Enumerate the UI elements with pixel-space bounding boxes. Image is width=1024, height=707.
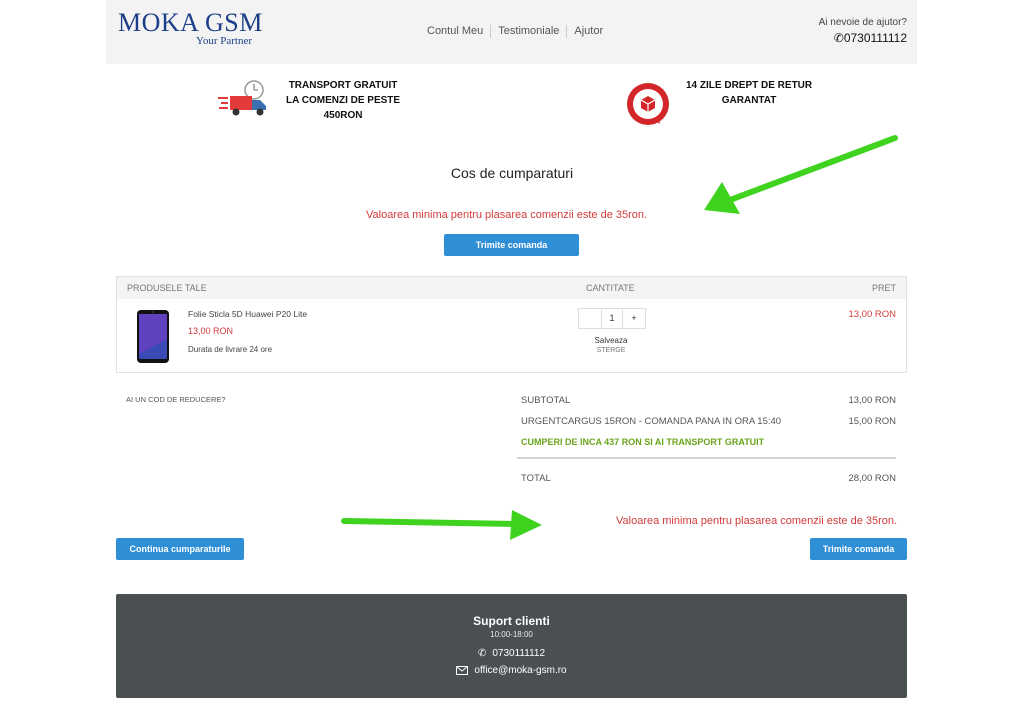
help-box: Ai nevoie de ajutor? ✆0730111112 (819, 17, 907, 45)
min-order-warning-top: Valoarea minima pentru plasarea comenzii… (366, 209, 648, 221)
nav-testimoniale[interactable]: Testimoniale (491, 25, 568, 38)
free-shipping-text: CUMPERI DE INCA 437 RON SI AI TRANSPORT … (521, 437, 765, 447)
continue-shopping-button[interactable]: Continua cumparaturile (116, 538, 244, 560)
shipping-label: URGENTCARGUS 15RON - COMANDA PANA IN ORA… (521, 416, 782, 427)
free-shipping-benefit: TRANSPORT GRATUIT LA COMENZI DE PESTE 45… (216, 78, 400, 123)
logo-tagline: Your Partner (196, 35, 253, 47)
shipping-value: 15,00 RON (848, 416, 896, 427)
benefit-line: GARANTAT (721, 95, 777, 106)
support-title: Suport clienti (473, 614, 550, 628)
qty-decrement-button[interactable] (579, 309, 601, 328)
total-label: TOTAL (521, 473, 551, 484)
table-row: Folie Sticla 5D Huawei P20 Lite 13,00 RO… (117, 299, 906, 373)
logo-text: MOKA GSM (118, 8, 263, 37)
benefit-line: 14 ZILE DREPT DE RETUR (686, 80, 813, 91)
top-nav: Contul Meu Testimoniale Ajutor (420, 25, 610, 38)
col-products: PRODUSELE TALE (127, 283, 207, 293)
nav-contul-meu[interactable]: Contul Meu (420, 25, 492, 38)
benefit-line: LA COMENZI DE PESTE (286, 95, 401, 106)
submit-order-button-top[interactable]: Trimite comanda (444, 234, 579, 256)
benefit-line: 450RON (323, 110, 363, 121)
cart-table: PRODUSELE TALE CANTITATE PRET Folie Stic… (116, 276, 907, 373)
table-header: PRODUSELE TALE CANTITATE PRET (117, 277, 906, 299)
free-shipping-text: TRANSPORT GRATUIT LA COMENZI DE PESTE 45… (286, 78, 400, 123)
logo[interactable]: MOKA GSM Your Partner (118, 8, 263, 48)
benefit-line: TRANSPORT GRATUIT (288, 80, 398, 91)
phone-icon: ✆ (833, 31, 844, 45)
quantity-stepper: 1 + (578, 308, 646, 329)
submit-order-button-bottom[interactable]: Trimite comanda (810, 538, 907, 560)
row-total-price: 13,00 RON (848, 309, 896, 320)
total-line: TOTAL 28,00 RON (521, 473, 896, 484)
totals-divider (517, 457, 896, 459)
support-hours: 10:00-18:00 (490, 630, 533, 639)
returns-text: 14 ZILE DREPT DE RETUR GARANTAT (686, 78, 812, 108)
save-link[interactable]: Salveaza (578, 336, 644, 345)
product-unit-price: 13,00 RON (188, 326, 234, 336)
discount-code-link[interactable]: AI UN COD DE REDUCERE? (126, 395, 226, 404)
qty-input[interactable]: 1 (601, 309, 623, 328)
returns-benefit: 14 ZILE DREPT DE RETUR GARANTAT (624, 78, 812, 128)
support-phone-number: 0730111112 (492, 648, 546, 659)
subtotal-value: 13,00 RON (848, 395, 896, 406)
free-shipping-note: CUMPERI DE INCA 437 RON SI AI TRANSPORT … (521, 437, 896, 447)
delete-link[interactable]: STERGE (578, 347, 644, 354)
support-email[interactable]: office@moka-gsm.ro (116, 665, 907, 676)
support-footer: Suport clienti 10:00-18:00 ✆ 0730111112 … (116, 594, 907, 698)
delivery-truck-icon (218, 80, 266, 116)
shipping-line: URGENTCARGUS 15RON - COMANDA PANA IN ORA… (521, 416, 896, 427)
nav-ajutor[interactable]: Ajutor (567, 25, 610, 38)
phone-icon: ✆ (477, 648, 487, 659)
envelope-icon (456, 666, 469, 675)
help-phone-number: 0730111112 (843, 31, 907, 45)
help-phone[interactable]: ✆0730111112 (819, 31, 907, 45)
subtotal-line: SUBTOTAL 13,00 RON (521, 395, 896, 406)
qty-increment-button[interactable]: + (623, 309, 645, 328)
support-email-address: office@moka-gsm.ro (474, 665, 567, 676)
min-order-warning-bottom: Valoarea minima pentru plasarea comenzii… (616, 515, 898, 527)
subtotal-label: SUBTOTAL (521, 395, 571, 406)
delivery-time: Durata de livrare 24 ore (188, 345, 273, 354)
help-question: Ai nevoie de ajutor? (818, 17, 907, 28)
total-value: 28,00 RON (848, 473, 896, 484)
col-price: PRET (871, 283, 896, 293)
col-quantity: CANTITATE (586, 283, 635, 293)
product-image[interactable] (136, 309, 170, 364)
site-header: MOKA GSM Your Partner Contul Meu Testimo… (106, 0, 917, 64)
annotation-arrow-top (704, 135, 898, 214)
annotation-arrow-bottom (341, 510, 542, 540)
product-name[interactable]: Folie Sticla 5D Huawei P20 Lite (188, 309, 307, 319)
return-seal-icon (627, 83, 669, 125)
support-phone[interactable]: ✆ 0730111112 (116, 648, 907, 659)
